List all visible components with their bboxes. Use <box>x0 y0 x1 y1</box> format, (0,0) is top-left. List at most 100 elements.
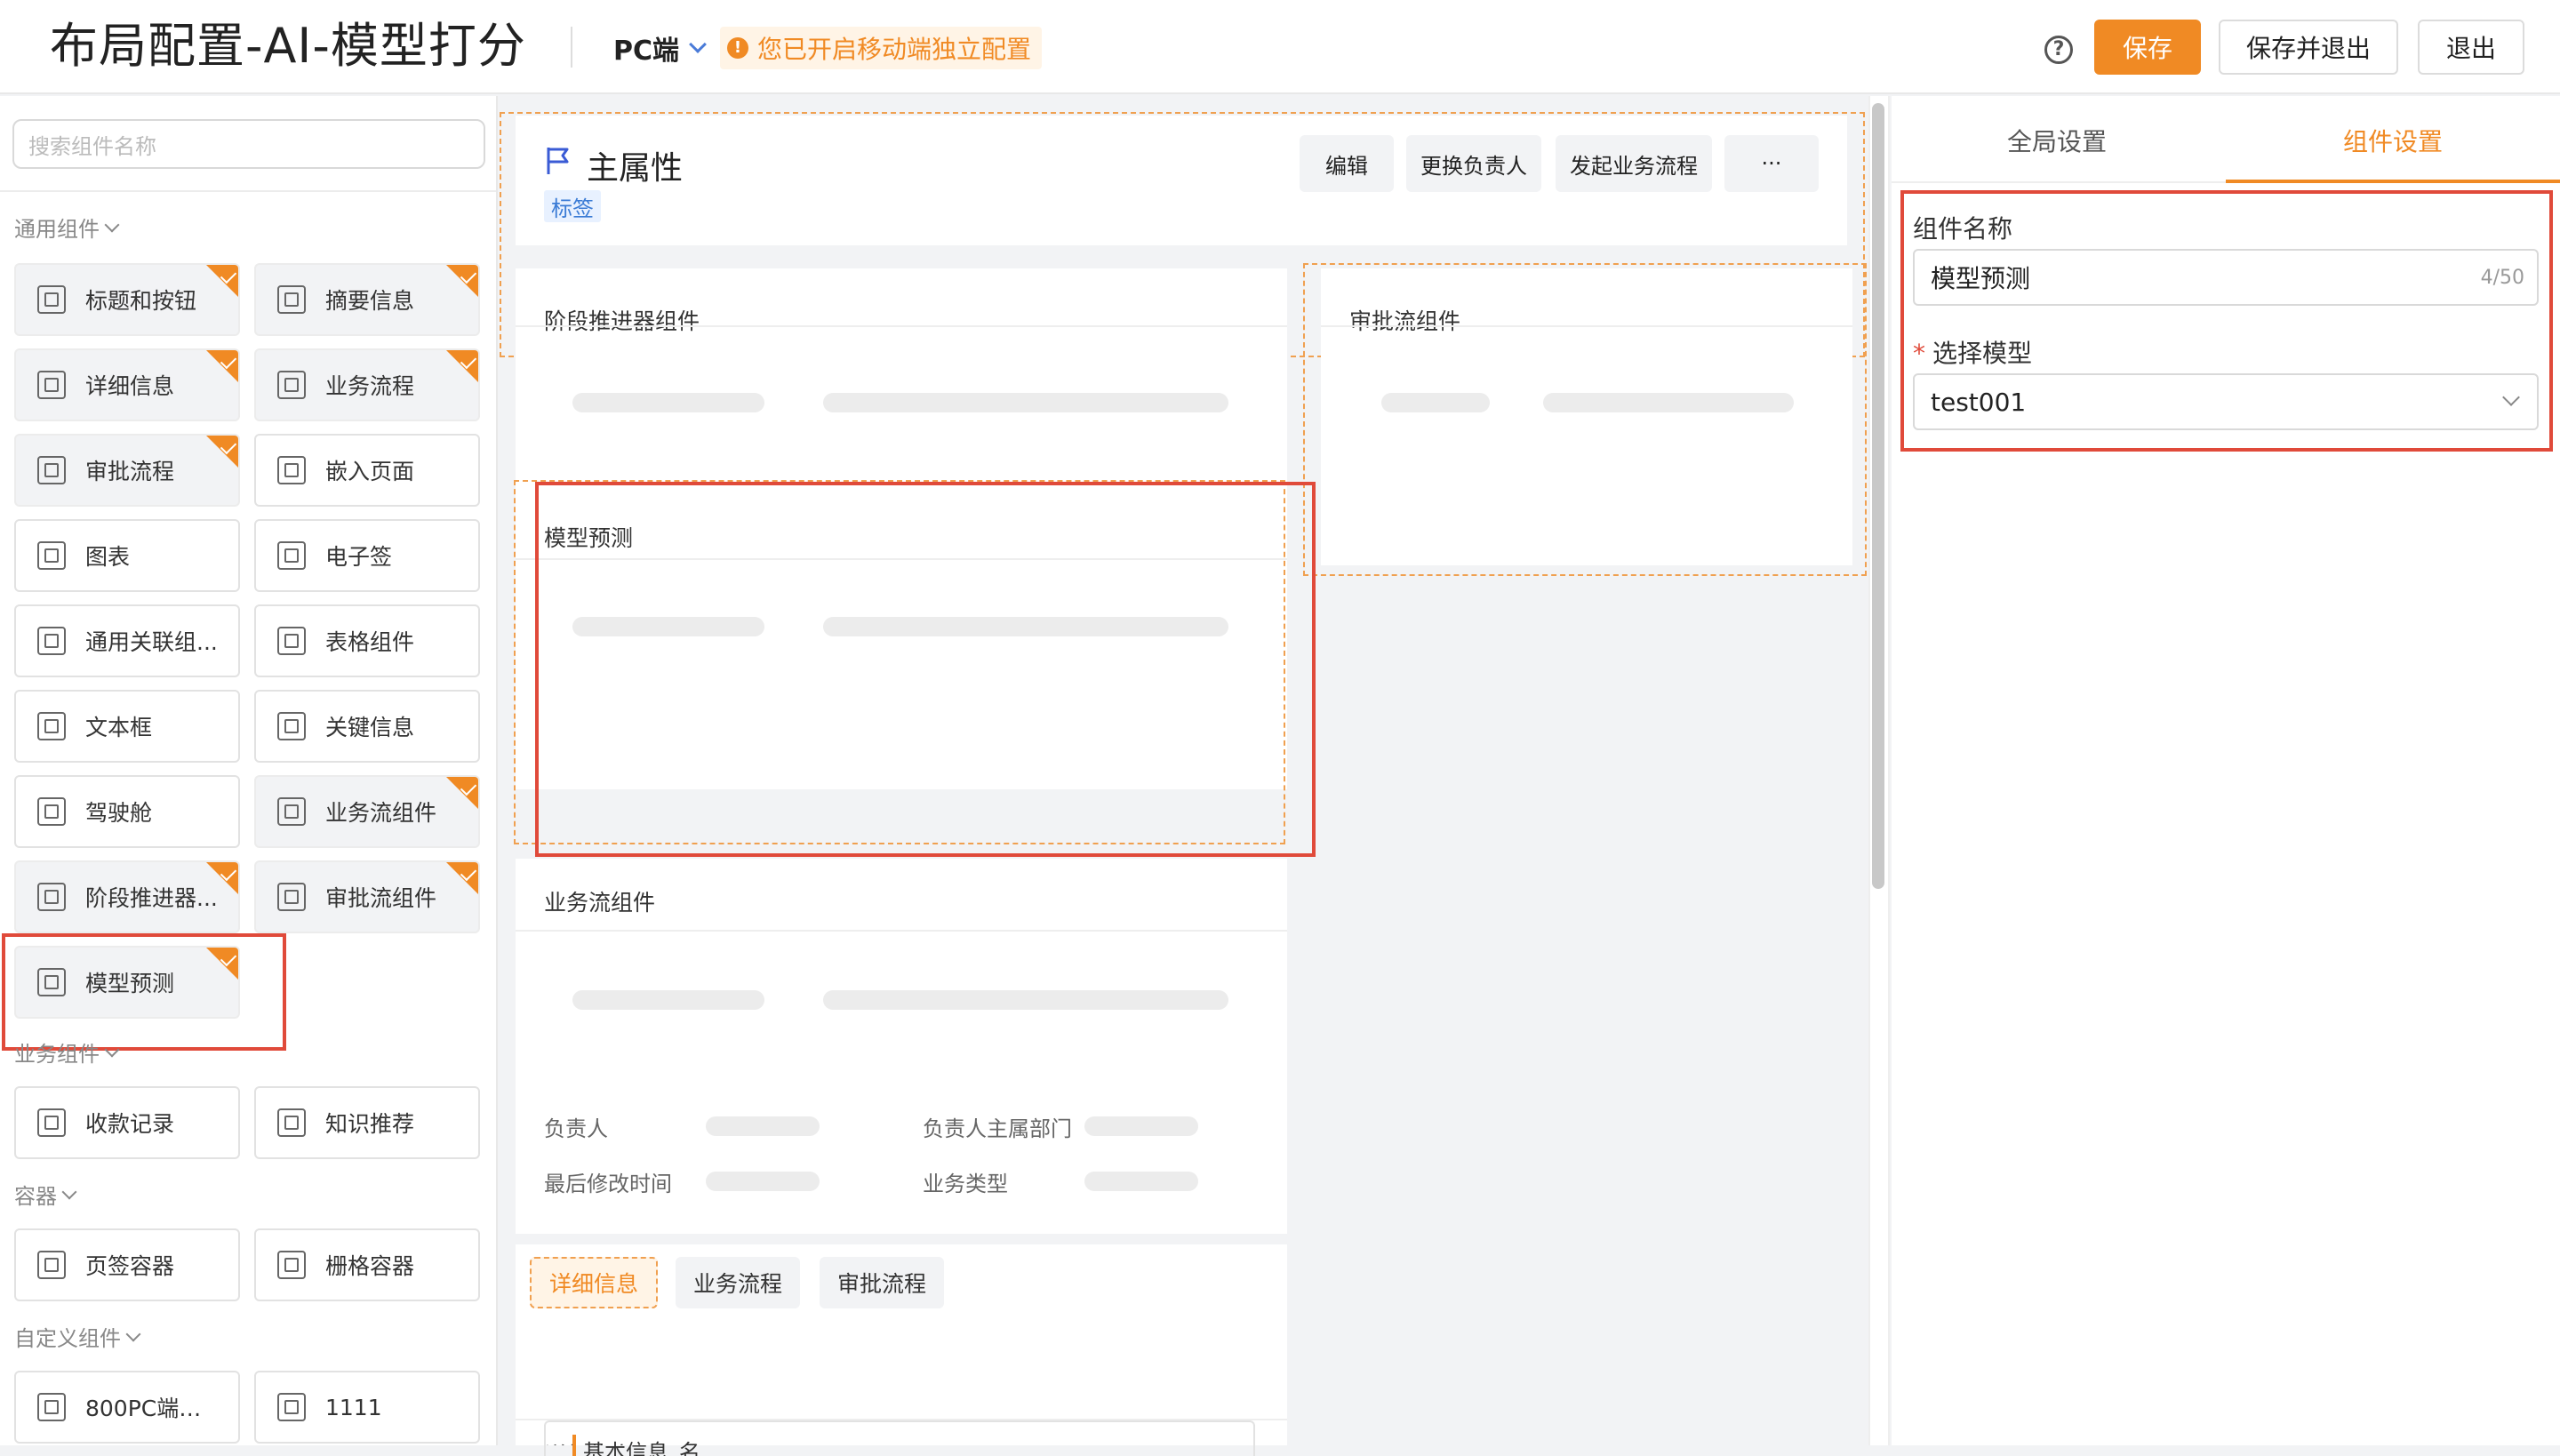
help-icon[interactable]: ? <box>2044 36 2073 64</box>
component-icon <box>277 456 306 484</box>
component-payment-records[interactable]: 收款记录 <box>14 1086 240 1159</box>
component-icon <box>277 541 306 570</box>
component-custom-1111[interactable]: 1111 <box>254 1371 480 1444</box>
skeleton-bar <box>1084 1172 1198 1191</box>
group-business-toggle[interactable]: 业务组件 <box>14 1036 120 1068</box>
component-icon <box>37 712 66 740</box>
group-container-toggle[interactable]: 容器 <box>14 1179 77 1210</box>
component-approval-process[interactable]: 审批流程 <box>14 434 240 507</box>
divider <box>0 190 496 192</box>
component-icon <box>277 1108 306 1137</box>
tag-badge: 标签 <box>544 190 601 222</box>
component-icon <box>277 797 306 826</box>
edit-button[interactable]: 编辑 <box>1300 135 1394 192</box>
active-tab-indicator <box>2226 180 2560 183</box>
component-icon <box>277 712 306 740</box>
card-divider <box>516 325 1287 327</box>
skeleton-bar <box>572 990 764 1010</box>
skeleton-bar <box>1084 1116 1198 1136</box>
layout-canvas: 阶段推进器组件 审批流组件 模型预测 业务流组件 负责人 负责人主属部门 最后修… <box>500 96 1868 1445</box>
tab-component-settings[interactable]: 组件设置 <box>2343 123 2443 158</box>
component-title-buttons[interactable]: 标题和按钮 <box>14 263 240 336</box>
chevron-down-icon <box>104 217 120 232</box>
component-icon <box>37 1251 66 1279</box>
info-label-last-modified: 最后修改时间 <box>544 1172 672 1196</box>
group-common-toggle[interactable]: 通用组件 <box>14 212 120 243</box>
component-icon <box>37 797 66 826</box>
added-check-icon <box>206 862 238 894</box>
save-button[interactable]: 保存 <box>2094 20 2201 75</box>
component-common-relation[interactable]: 通用关联组... <box>14 604 240 677</box>
more-actions-button[interactable]: ··· <box>1724 135 1819 192</box>
info-label-owner-dept: 负责人主属部门 <box>923 1116 1072 1141</box>
highlight-box-model-card <box>535 482 1316 857</box>
component-icon <box>37 883 66 911</box>
tab-approval-process[interactable]: 审批流程 <box>820 1257 945 1308</box>
info-label-owner: 负责人 <box>544 1116 608 1141</box>
component-icon <box>277 1393 306 1421</box>
component-cockpit[interactable]: 驾驶舱 <box>14 775 240 848</box>
component-library-panel: 搜索组件名称 通用组件 标题和按钮 摘要信息 详细信息 业务流程 审批流程 嵌入… <box>0 96 498 1445</box>
device-selector[interactable]: PC端 <box>613 28 707 68</box>
component-icon <box>37 1393 66 1421</box>
component-table[interactable]: 表格组件 <box>254 604 480 677</box>
component-e-sign[interactable]: 电子签 <box>254 519 480 592</box>
chevron-down-icon <box>689 36 707 53</box>
component-chart[interactable]: 图表 <box>14 519 240 592</box>
basic-info-section: 基本信息_名 <box>544 1420 1255 1456</box>
component-detail-info[interactable]: 详细信息 <box>14 348 240 421</box>
main-attribute-title: 主属性 <box>587 150 684 187</box>
component-grid-container[interactable]: 栅格容器 <box>254 1228 480 1301</box>
group-label: 自定义组件 <box>14 1326 121 1351</box>
component-business-flow[interactable]: 业务流组件 <box>254 775 480 848</box>
component-icon <box>277 285 306 314</box>
component-stage-advancer[interactable]: 阶段推进器... <box>14 860 240 933</box>
component-approval-flow[interactable]: 审批流组件 <box>254 860 480 933</box>
component-business-process[interactable]: 业务流程 <box>254 348 480 421</box>
key-info-card[interactable]: 负责人 负责人主属部门 最后修改时间 业务类型 <box>516 1077 1287 1234</box>
card-title: 阶段推进器组件 <box>544 308 700 334</box>
header-bar: 布局配置-AI-模型打分 PC端 ! 您已开启移动端独立配置 ? 保存 保存并退… <box>0 0 2560 94</box>
added-check-icon <box>446 862 478 894</box>
added-check-icon <box>446 350 478 382</box>
component-knowledge-recommend[interactable]: 知识推荐 <box>254 1086 480 1159</box>
card-title: 业务流组件 <box>544 890 656 916</box>
component-icon <box>277 371 306 399</box>
basic-info-title: 基本信息_名 <box>572 1435 700 1456</box>
component-key-info[interactable]: 关键信息 <box>254 690 480 763</box>
component-custom-800pc[interactable]: 800PC端自... <box>14 1371 240 1444</box>
save-and-exit-button[interactable]: 保存并退出 <box>2219 20 2398 75</box>
component-icon <box>37 371 66 399</box>
warning-icon: ! <box>727 37 748 59</box>
component-summary[interactable]: 摘要信息 <box>254 263 480 336</box>
skeleton-bar <box>706 1116 820 1136</box>
group-label: 业务组件 <box>14 1042 100 1067</box>
skeleton-bar <box>572 393 764 412</box>
component-icon <box>37 541 66 570</box>
added-check-icon <box>206 350 238 382</box>
group-custom-toggle[interactable]: 自定义组件 <box>14 1321 141 1352</box>
component-textbox[interactable]: 文本框 <box>14 690 240 763</box>
card-divider <box>516 930 1287 932</box>
start-business-flow-button[interactable]: 发起业务流程 <box>1556 135 1712 192</box>
notice-text: 您已开启移动端独立配置 <box>757 35 1032 64</box>
scrollbar-thumb[interactable] <box>1872 103 1884 889</box>
component-icon <box>277 1251 306 1279</box>
skeleton-bar <box>706 1172 820 1191</box>
component-embed-page[interactable]: 嵌入页面 <box>254 434 480 507</box>
component-icon <box>277 883 306 911</box>
tab-global-settings[interactable]: 全局设置 <box>2007 123 2107 158</box>
tab-business-process[interactable]: 业务流程 <box>676 1257 801 1308</box>
tab-detail-info[interactable]: 详细信息 <box>530 1257 659 1308</box>
added-check-icon <box>206 265 238 297</box>
change-owner-button[interactable]: 更换负责人 <box>1406 135 1541 192</box>
added-check-icon <box>446 777 478 809</box>
chevron-down-icon <box>125 1326 141 1341</box>
component-search-input[interactable]: 搜索组件名称 <box>12 119 485 169</box>
exit-button[interactable]: 退出 <box>2418 20 2524 75</box>
chevron-down-icon <box>104 1042 120 1057</box>
component-icon <box>37 456 66 484</box>
added-check-icon <box>446 265 478 297</box>
component-tab-container[interactable]: 页签容器 <box>14 1228 240 1301</box>
info-label-business-type: 业务类型 <box>923 1172 1008 1196</box>
